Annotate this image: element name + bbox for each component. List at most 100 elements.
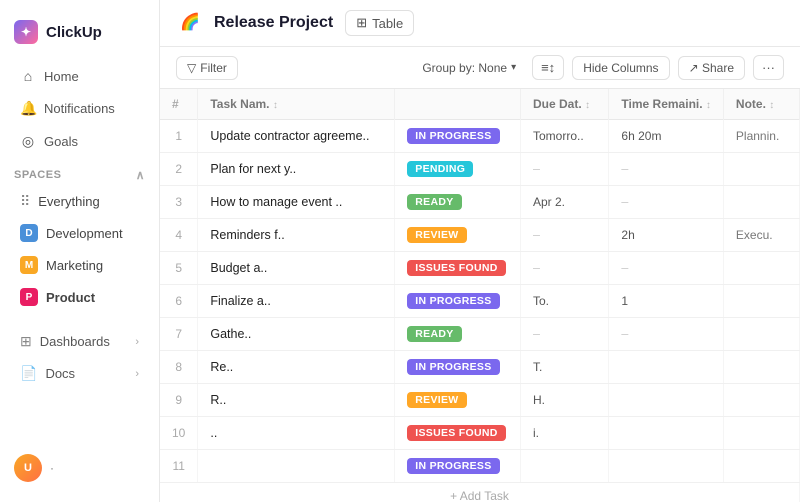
sidebar-item-label: Goals: [44, 134, 78, 149]
notes: [723, 351, 799, 384]
logo[interactable]: ✦ ClickUp: [0, 12, 159, 60]
col-header-due[interactable]: Due Dat. ↕: [521, 89, 609, 120]
sort-arrow-icon: ↕: [769, 100, 774, 111]
table-row[interactable]: 2 Plan for next y.. PENDING – –: [160, 153, 800, 186]
table-row[interactable]: 4 Reminders f.. REVIEW – 2h Execu.: [160, 219, 800, 252]
docs-icon: 📄: [20, 365, 37, 382]
grid-icon: ⠿: [20, 193, 30, 210]
time-remaining: 2h: [609, 219, 723, 252]
table-row[interactable]: 8 Re.. IN PROGRESS T.: [160, 351, 800, 384]
time-remaining: –: [609, 252, 723, 285]
notes: [723, 153, 799, 186]
status-badge: PENDING: [407, 161, 473, 177]
task-name[interactable]: Gathe..: [198, 318, 395, 351]
table-row[interactable]: 6 Finalize a.. IN PROGRESS To. 1: [160, 285, 800, 318]
task-status[interactable]: READY: [395, 186, 521, 219]
task-status[interactable]: IN PROGRESS: [395, 285, 521, 318]
task-status[interactable]: PENDING: [395, 153, 521, 186]
table-view-button[interactable]: ⊞ Table: [345, 10, 414, 36]
avatar[interactable]: U: [14, 454, 42, 482]
sidebar-item-label: Everything: [38, 194, 99, 209]
row-num: 6: [160, 285, 198, 318]
more-options-button[interactable]: ···: [753, 55, 784, 80]
table-row[interactable]: 11 IN PROGRESS: [160, 450, 800, 483]
sidebar-item-everything[interactable]: ⠿ Everything: [6, 187, 153, 216]
task-status[interactable]: IN PROGRESS: [395, 450, 521, 483]
sidebar-item-product[interactable]: P Product: [6, 282, 153, 312]
chevron-right-icon: ›: [135, 336, 139, 348]
share-icon: ↗: [689, 61, 699, 75]
filter-button[interactable]: ▽ Filter: [176, 56, 238, 80]
task-status[interactable]: ISSUES FOUND: [395, 252, 521, 285]
sort-button[interactable]: ≡↕: [532, 55, 564, 80]
share-label: Share: [702, 61, 734, 75]
table-row[interactable]: 5 Budget a.. ISSUES FOUND – –: [160, 252, 800, 285]
space-dot-development: D: [20, 224, 38, 242]
sidebar-item-docs[interactable]: 📄 Docs ›: [6, 358, 153, 389]
filter-label: Filter: [200, 61, 227, 75]
table-row[interactable]: 10 .. ISSUES FOUND i.: [160, 417, 800, 450]
table-row[interactable]: 9 R.. REVIEW H.: [160, 384, 800, 417]
task-name[interactable]: ..: [198, 417, 395, 450]
main-content: 🌈 Release Project ⊞ Table ▽ Filter Group…: [160, 0, 800, 502]
due-date: Apr 2.: [521, 186, 609, 219]
due-date: [521, 450, 609, 483]
sidebar-item-notifications[interactable]: 🔔 Notifications: [6, 93, 153, 124]
sidebar-item-label: Product: [46, 290, 95, 305]
group-by-button[interactable]: Group by: None ▾: [414, 57, 524, 79]
task-name[interactable]: Re..: [198, 351, 395, 384]
time-remaining: [609, 351, 723, 384]
sidebar-item-home[interactable]: ⌂ Home: [6, 61, 153, 91]
sidebar-item-goals[interactable]: ◎ Goals: [6, 126, 153, 157]
status-badge: REVIEW: [407, 227, 466, 243]
add-task-button[interactable]: + Add Task: [160, 483, 800, 502]
sidebar-item-label: Marketing: [46, 258, 103, 273]
table-row[interactable]: 1 Update contractor agreeme.. IN PROGRES…: [160, 120, 800, 153]
space-dot-marketing: M: [20, 256, 38, 274]
share-button[interactable]: ↗ Share: [678, 56, 745, 80]
task-name[interactable]: [198, 450, 395, 483]
task-status[interactable]: IN PROGRESS: [395, 120, 521, 153]
task-status[interactable]: REVIEW: [395, 384, 521, 417]
task-name[interactable]: Finalize a..: [198, 285, 395, 318]
due-date: –: [521, 318, 609, 351]
add-task-row[interactable]: + Add Task: [160, 483, 800, 502]
col-header-num: #: [160, 89, 198, 120]
task-name[interactable]: R..: [198, 384, 395, 417]
table-label: Table: [372, 16, 403, 31]
row-num: 9: [160, 384, 198, 417]
hide-columns-label: Hide Columns: [583, 61, 658, 75]
task-table-container[interactable]: # Task Nam. ↕ Due Dat. ↕ Time Remaini. ↕…: [160, 89, 800, 502]
notes: [723, 318, 799, 351]
collapse-icon[interactable]: ∧: [136, 168, 145, 182]
due-date: T.: [521, 351, 609, 384]
hide-columns-button[interactable]: Hide Columns: [572, 56, 669, 80]
sidebar-item-label: Development: [46, 226, 123, 241]
col-header-task[interactable]: Task Nam. ↕: [198, 89, 395, 120]
sidebar-item-development[interactable]: D Development: [6, 218, 153, 248]
time-remaining: [609, 450, 723, 483]
status-badge: READY: [407, 194, 461, 210]
group-by-label: Group by: None: [422, 61, 507, 75]
task-status[interactable]: IN PROGRESS: [395, 351, 521, 384]
task-status[interactable]: ISSUES FOUND: [395, 417, 521, 450]
due-date: Tomorro..: [521, 120, 609, 153]
task-status[interactable]: REVIEW: [395, 219, 521, 252]
page-title: Release Project: [214, 14, 333, 32]
row-num: 1: [160, 120, 198, 153]
col-header-time[interactable]: Time Remaini. ↕: [609, 89, 723, 120]
task-name[interactable]: Budget a..: [198, 252, 395, 285]
col-header-notes[interactable]: Note. ↕: [723, 89, 799, 120]
table-row[interactable]: 7 Gathe.. READY – –: [160, 318, 800, 351]
task-status[interactable]: READY: [395, 318, 521, 351]
task-name[interactable]: How to manage event ..: [198, 186, 395, 219]
table-row[interactable]: 3 How to manage event .. READY Apr 2. –: [160, 186, 800, 219]
row-num: 10: [160, 417, 198, 450]
sidebar-item-dashboards[interactable]: ⊞ Dashboards ›: [6, 326, 153, 357]
task-name[interactable]: Reminders f..: [198, 219, 395, 252]
task-name[interactable]: Plan for next y..: [198, 153, 395, 186]
task-name[interactable]: Update contractor agreeme..: [198, 120, 395, 153]
sidebar-item-label: Notifications: [44, 101, 115, 116]
status-badge: IN PROGRESS: [407, 128, 499, 144]
sidebar-item-marketing[interactable]: M Marketing: [6, 250, 153, 280]
